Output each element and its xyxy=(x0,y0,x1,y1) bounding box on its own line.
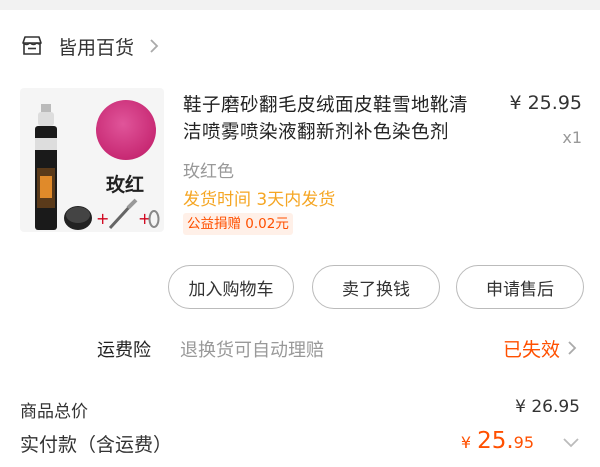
sell-for-cash-button[interactable]: 卖了换钱 xyxy=(312,265,440,309)
color-swatch-image xyxy=(96,100,156,160)
store-icon xyxy=(22,36,42,55)
amount-paid-value: ¥ 25. 95 xyxy=(461,428,534,454)
amount-paid-integer: 25. xyxy=(477,428,514,454)
product-price: ¥ 25.95 xyxy=(509,92,582,114)
charity-badge: 公益捐赠 0.02元 xyxy=(183,213,293,235)
product-sku: 玫红色 xyxy=(183,162,234,182)
shipping-insurance-label: 运费险 xyxy=(97,340,151,361)
store-name: 皆用百货 xyxy=(58,36,135,59)
chevron-right-icon xyxy=(150,39,159,53)
shipping-insurance-status[interactable]: 已失效 xyxy=(503,335,560,362)
chevron-right-icon[interactable] xyxy=(566,340,578,356)
shipping-time: 发货时间 3天内发货 xyxy=(183,190,336,210)
product-title[interactable]: 鞋子磨砂翻毛皮绒面皮鞋雪地靴清洁喷雾喷染液翻新剂补色染色剂 xyxy=(183,92,483,146)
accessory-tools-image: + + xyxy=(64,198,160,230)
add-to-cart-button[interactable]: 加入购物车 xyxy=(168,265,294,309)
amount-paid-currency: ¥ xyxy=(460,433,472,452)
chevron-down-icon[interactable] xyxy=(562,436,580,448)
svg-text:+: + xyxy=(96,209,109,228)
thumbnail-color-label: 玫红 xyxy=(106,174,145,196)
product-thumbnail[interactable]: 玫红 + + xyxy=(20,88,164,232)
amount-paid-decimal: 95 xyxy=(513,433,534,452)
order-card: 皆用百货 玫红 + + 鞋子磨砂翻毛皮绒面皮鞋雪地靴清洁喷雾喷染液翻新剂补色染色… xyxy=(0,10,600,467)
shipping-insurance-description: 退换货可自动理赔 xyxy=(180,340,324,361)
amount-paid-label: 实付款（含运费） xyxy=(20,434,173,456)
product-quantity: x1 xyxy=(562,128,582,147)
goods-total-value: ¥ 26.95 xyxy=(515,397,580,417)
after-sales-button[interactable]: 申请售后 xyxy=(456,265,584,309)
spray-can-image xyxy=(35,104,57,230)
store-header[interactable]: 皆用百货 xyxy=(20,28,160,64)
goods-total-label: 商品总价 xyxy=(20,402,88,422)
